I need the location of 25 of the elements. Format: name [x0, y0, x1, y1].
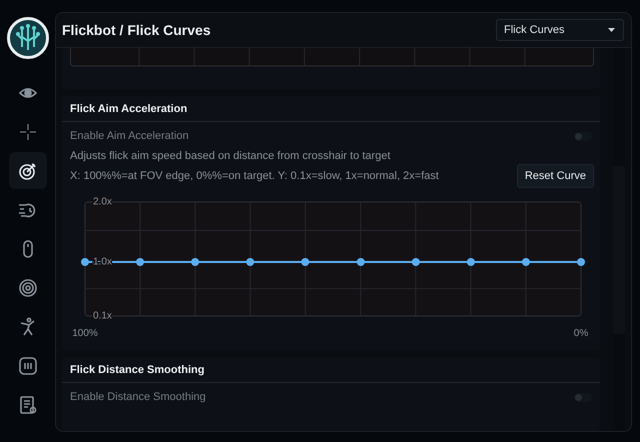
view-dropdown[interactable]: Flick Curves	[496, 19, 624, 41]
logo-icon	[6, 17, 48, 59]
scrollbar[interactable]	[613, 48, 625, 431]
sidebar-item[interactable]	[8, 152, 46, 189]
reset-curve-button[interactable]: Reset Curve	[516, 164, 594, 188]
x-tick-label: 100%	[72, 328, 98, 339]
y-tick-label: 0.1x	[93, 310, 112, 322]
list-gear-icon	[18, 394, 38, 414]
radar-icon	[18, 278, 38, 298]
section-title: Flick Aim Acceleration	[70, 102, 188, 114]
toggle-switch[interactable]	[574, 392, 592, 402]
curve-line[interactable]	[81, 258, 585, 266]
y-tick-label: 2.0x	[93, 196, 112, 208]
sliders-icon	[18, 356, 38, 376]
description-text: Adjusts flick aim speed based on distance from crosshair to target	[70, 150, 392, 162]
page-title: Flickbot / Flick Curves	[62, 22, 211, 38]
x-tick-label: 0%	[574, 328, 588, 339]
toggle-label: Enable Aim Acceleration	[70, 130, 189, 142]
caret-icon	[608, 28, 615, 32]
crosshair-icon	[18, 122, 38, 142]
toggle-switch[interactable]	[574, 132, 592, 140]
target-icon	[18, 160, 38, 180]
toggle-label: Enable Distance Smoothing	[70, 391, 206, 403]
description-text: X: 100%%=at FOV edge, 0%%=on target. Y: 0.1x=slow, 1x=normal, 2x=fast	[70, 170, 439, 182]
section-title: Flick Distance Smoothing	[70, 364, 204, 376]
